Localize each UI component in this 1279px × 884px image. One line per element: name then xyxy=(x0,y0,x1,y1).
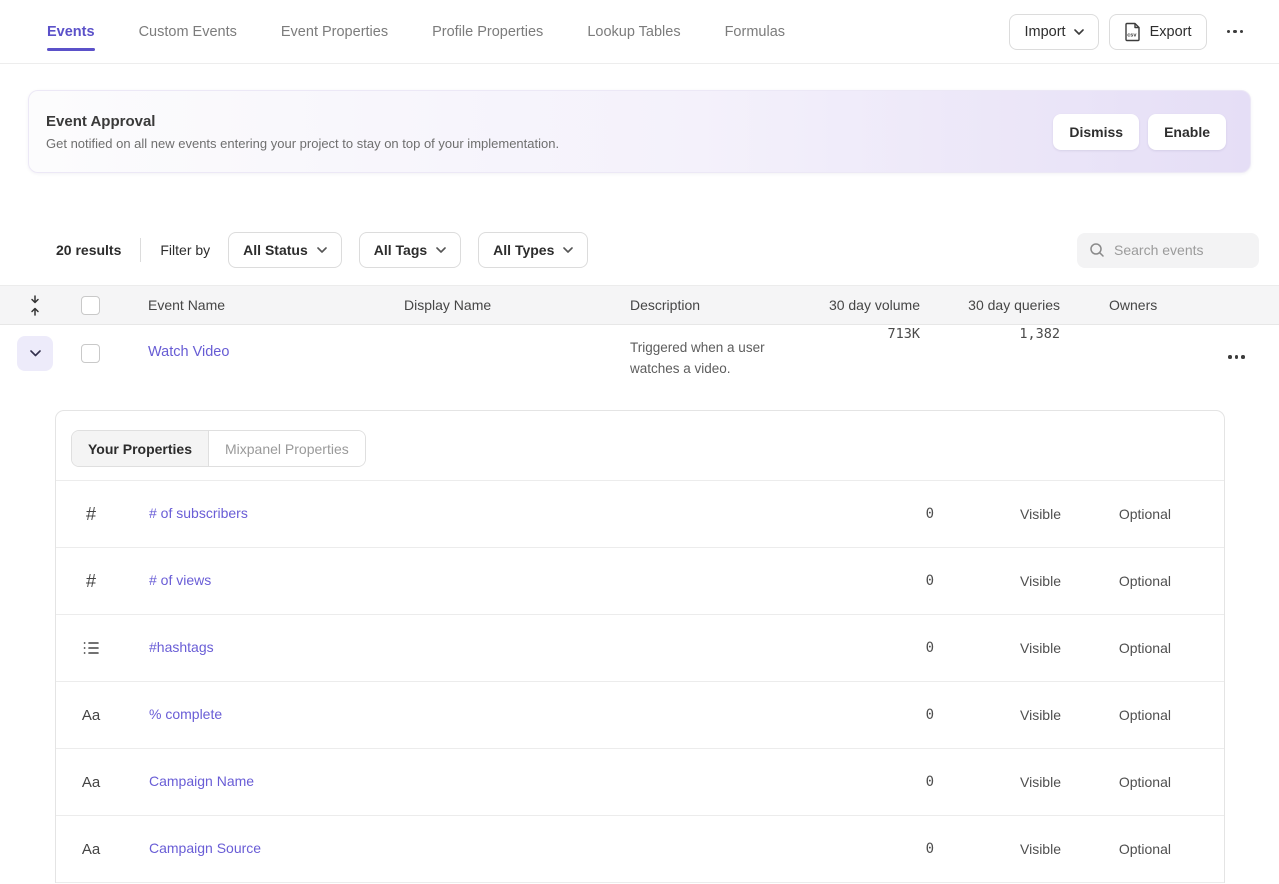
property-name-link[interactable]: # of views xyxy=(149,572,211,588)
chevron-down-icon xyxy=(436,247,446,253)
top-nav-actions: Import csv Export xyxy=(1009,14,1249,50)
property-volume: 0 xyxy=(834,707,934,723)
col-header-event-name: Event Name xyxy=(112,297,404,313)
table-row-watch-video: Watch Video Triggered when a user watche… xyxy=(0,325,1279,383)
import-button[interactable]: Import xyxy=(1009,14,1098,50)
tags-filter-dropdown[interactable]: All Tags xyxy=(359,232,461,268)
property-row: # # of subscribers 0 Visible Optional xyxy=(56,481,1224,548)
event-approval-banner: Event Approval Get notified on all new e… xyxy=(28,90,1251,173)
search-input[interactable] xyxy=(1114,242,1249,258)
export-button[interactable]: csv Export xyxy=(1109,14,1207,50)
row-more-options-button[interactable] xyxy=(1222,347,1251,367)
chevron-down-icon xyxy=(317,247,327,253)
property-row: Aa % complete 0 Visible Optional xyxy=(56,682,1224,749)
text-aa-icon: Aa xyxy=(82,707,100,724)
tab-event-properties[interactable]: Event Properties xyxy=(281,0,388,63)
divider xyxy=(140,238,141,262)
property-name-link[interactable]: Campaign Source xyxy=(149,840,261,856)
events-table-header: Event Name Display Name Description 30 d… xyxy=(0,285,1279,325)
property-name-link[interactable]: #hashtags xyxy=(149,639,214,655)
col-header-description: Description xyxy=(630,297,800,313)
more-options-button[interactable] xyxy=(1221,22,1250,42)
property-row: Aa Campaign Source 0 Visible Optional xyxy=(56,816,1224,883)
col-header-volume: 30 day volume xyxy=(800,297,920,313)
filter-toolbar: 20 results Filter by All Status All Tags… xyxy=(56,232,1259,268)
hash-icon: # xyxy=(86,571,96,592)
property-name-link[interactable]: % complete xyxy=(149,706,222,722)
col-header-owners: Owners xyxy=(1060,297,1190,313)
property-visibility: Visible xyxy=(934,640,1061,656)
volume-cell: 713K xyxy=(887,326,920,342)
property-row: Aa Campaign Name 0 Visible Optional xyxy=(56,749,1224,816)
row-checkbox[interactable] xyxy=(81,344,100,363)
property-visibility: Visible xyxy=(934,573,1061,589)
export-label: Export xyxy=(1150,24,1192,40)
property-requirement: Optional xyxy=(1061,774,1171,790)
banner-description: Get notified on all new events entering … xyxy=(46,136,559,151)
tab-your-properties[interactable]: Your Properties xyxy=(72,431,209,466)
banner-actions: Dismiss Enable xyxy=(1053,114,1226,150)
svg-text:csv: csv xyxy=(1127,32,1137,38)
collapse-all-button[interactable] xyxy=(0,295,70,316)
chevron-down-icon xyxy=(563,247,573,253)
property-requirement: Optional xyxy=(1061,640,1171,656)
status-filter-dropdown[interactable]: All Status xyxy=(228,232,342,268)
types-filter-dropdown[interactable]: All Types xyxy=(478,232,588,268)
enable-button[interactable]: Enable xyxy=(1148,114,1226,150)
collapse-rows-icon xyxy=(29,295,41,316)
search-box xyxy=(1077,233,1259,268)
properties-tabs: Your Properties Mixpanel Properties xyxy=(56,411,1224,481)
chevron-down-icon xyxy=(30,350,41,357)
banner-title: Event Approval xyxy=(46,113,559,130)
hash-icon: # xyxy=(86,504,96,525)
property-volume: 0 xyxy=(834,506,934,522)
property-requirement: Optional xyxy=(1061,707,1171,723)
tab-custom-events[interactable]: Custom Events xyxy=(139,0,237,63)
property-volume: 0 xyxy=(834,841,934,857)
property-volume: 0 xyxy=(834,640,934,656)
property-visibility: Visible xyxy=(934,506,1061,522)
chevron-down-icon xyxy=(1074,29,1084,35)
tab-lookup-tables[interactable]: Lookup Tables xyxy=(587,0,680,63)
property-visibility: Visible xyxy=(934,707,1061,723)
filter-by-label: Filter by xyxy=(160,242,210,258)
property-volume: 0 xyxy=(834,774,934,790)
properties-panel: Your Properties Mixpanel Properties # # … xyxy=(55,410,1225,883)
property-volume: 0 xyxy=(834,573,934,589)
text-aa-icon: Aa xyxy=(82,774,100,791)
property-requirement: Optional xyxy=(1061,841,1171,857)
dismiss-button[interactable]: Dismiss xyxy=(1053,114,1139,150)
collapse-row-button[interactable] xyxy=(17,336,53,371)
ellipsis-icon xyxy=(1228,355,1232,359)
top-nav: Events Custom Events Event Properties Pr… xyxy=(0,0,1279,64)
property-visibility: Visible xyxy=(934,841,1061,857)
property-row: #hashtags 0 Visible Optional xyxy=(56,615,1224,682)
property-row: # # of views 0 Visible Optional xyxy=(56,548,1224,615)
description-cell: Triggered when a user watches a video. xyxy=(630,337,800,379)
property-requirement: Optional xyxy=(1061,506,1171,522)
select-all-checkbox[interactable] xyxy=(81,296,100,315)
ellipsis-icon xyxy=(1227,30,1231,34)
col-header-display-name: Display Name xyxy=(404,297,630,313)
list-icon xyxy=(83,641,99,655)
import-label: Import xyxy=(1024,24,1065,40)
property-requirement: Optional xyxy=(1061,573,1171,589)
tab-mixpanel-properties[interactable]: Mixpanel Properties xyxy=(209,431,365,466)
col-header-queries: 30 day queries xyxy=(920,297,1060,313)
property-visibility: Visible xyxy=(934,774,1061,790)
lexicon-tabs: Events Custom Events Event Properties Pr… xyxy=(47,0,829,63)
property-name-link[interactable]: Campaign Name xyxy=(149,773,254,789)
results-count: 20 results xyxy=(56,242,121,258)
text-aa-icon: Aa xyxy=(82,841,100,858)
tab-profile-properties[interactable]: Profile Properties xyxy=(432,0,543,63)
property-name-link[interactable]: # of subscribers xyxy=(149,505,248,521)
event-name-link[interactable]: Watch Video xyxy=(148,344,229,360)
queries-cell: 1,382 xyxy=(1019,326,1060,342)
tab-formulas[interactable]: Formulas xyxy=(725,0,785,63)
tab-events[interactable]: Events xyxy=(47,0,95,63)
search-icon xyxy=(1089,242,1105,258)
banner-text: Event Approval Get notified on all new e… xyxy=(46,113,559,151)
csv-file-icon: csv xyxy=(1124,22,1142,42)
